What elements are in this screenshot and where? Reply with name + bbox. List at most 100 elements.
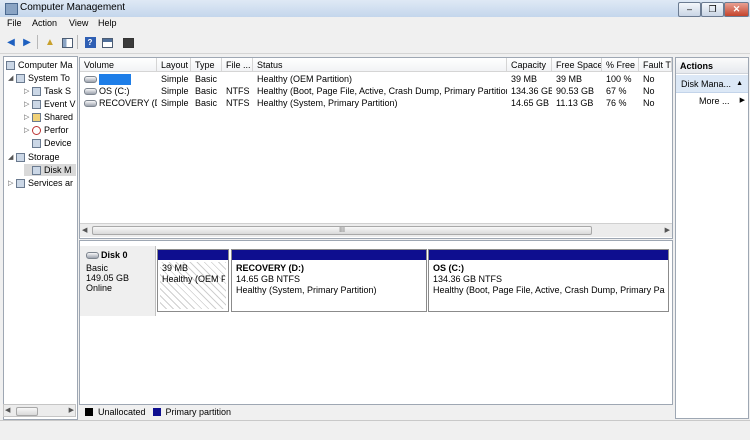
more-actions-label: More ... xyxy=(699,96,730,106)
tree-item-device-manager[interactable]: Device xyxy=(32,137,72,149)
menu-help[interactable]: Help xyxy=(98,18,117,28)
table-row[interactable]: OS (C:) xyxy=(80,85,157,97)
tree-scroll-thumb[interactable] xyxy=(16,407,38,416)
submenu-arrow-icon: ▶ xyxy=(739,97,745,104)
expand-arrow-icon[interactable]: ▷ xyxy=(24,126,32,134)
menu-view[interactable]: View xyxy=(69,18,88,28)
title-bar[interactable]: Computer Management – ❐ ✕ xyxy=(0,0,750,18)
toolbar: ◀ ▶ ▲ ? xyxy=(0,32,750,54)
menu-file[interactable]: File xyxy=(7,18,22,28)
table-row[interactable] xyxy=(80,73,157,85)
row-type: Basic xyxy=(195,74,218,84)
collapse-arrow-icon[interactable]: ◢ xyxy=(8,153,16,161)
partition-legend: Unallocated Primary partition xyxy=(80,405,677,418)
volume-disk-icon xyxy=(84,100,97,108)
legend-unallocated: Unallocated xyxy=(98,406,146,417)
tree-horizontal-scrollbar[interactable]: ◀ ▶ xyxy=(3,404,76,417)
tree-item-label: Event V xyxy=(44,99,76,109)
properties-icon[interactable] xyxy=(99,35,115,50)
expand-arrow-icon[interactable]: ▷ xyxy=(24,100,32,108)
actions-section-disk-management[interactable]: Disk Mana... ▲ xyxy=(676,75,748,93)
minimize-button[interactable]: – xyxy=(678,2,701,17)
tree-item-label: Services ar xyxy=(28,178,74,188)
partition-status: Healthy (Boot, Page File, Active, Crash … xyxy=(433,285,665,295)
back-icon[interactable]: ◀ xyxy=(3,35,19,50)
scroll-right-arrow-icon[interactable]: ▶ xyxy=(665,226,670,234)
tree-item-system-tools[interactable]: ◢ System To xyxy=(8,72,70,84)
row-percent-free: 67 % xyxy=(606,86,627,96)
disk-0-info[interactable]: Disk 0 Basic 149.05 GB Online xyxy=(80,246,156,316)
table-row[interactable]: RECOVERY (D:) xyxy=(80,97,157,109)
scroll-right-arrow-icon[interactable]: ▶ xyxy=(69,406,74,414)
toolbar-separator xyxy=(77,35,78,49)
show-hide-tree-icon[interactable] xyxy=(59,35,75,50)
partition-os[interactable]: OS (C:) 134.36 GB NTFS Healthy (Boot, Pa… xyxy=(428,249,669,312)
column-header-file-system[interactable]: File ... xyxy=(222,58,253,72)
legend-primary-partition: Primary partition xyxy=(165,406,232,417)
row-file-system xyxy=(222,73,253,85)
disk-icon xyxy=(86,251,99,259)
column-header-fault-tolerance[interactable]: Fault T xyxy=(639,58,672,72)
tree-item-disk-management[interactable]: Disk M xyxy=(24,164,76,176)
expand-arrow-icon[interactable]: ▷ xyxy=(8,179,16,187)
row-free-space: 11.13 GB xyxy=(556,98,594,108)
up-folder-icon[interactable]: ▲ xyxy=(42,35,58,50)
expand-arrow-icon[interactable]: ▷ xyxy=(24,113,32,121)
close-button[interactable]: ✕ xyxy=(724,2,749,17)
row-capacity: 134.36 GB xyxy=(511,86,552,96)
console-icon[interactable] xyxy=(120,35,136,50)
primary-partition-swatch xyxy=(152,407,161,416)
partition-recovery[interactable]: RECOVERY (D:) 14.65 GB NTFS Healthy (Sys… xyxy=(231,249,427,312)
column-header-volume[interactable]: Volume xyxy=(80,58,157,72)
tree-item-shared-folders[interactable]: ▷ Shared xyxy=(24,111,73,123)
volume-list-horizontal-scrollbar[interactable]: ◀ III ▶ xyxy=(80,223,672,237)
tree-item-computer-management[interactable]: Computer Ma xyxy=(6,59,73,71)
scroll-left-arrow-icon[interactable]: ◀ xyxy=(82,226,87,234)
menu-action[interactable]: Action xyxy=(32,18,57,28)
more-actions-link[interactable]: More ... ▶ xyxy=(676,93,748,109)
row-layout: Simple xyxy=(161,86,189,96)
partition-name: RECOVERY (D:) xyxy=(236,263,305,273)
partition-status: Healthy (System, Primary Partition) xyxy=(236,285,377,295)
actions-pane: Actions Disk Mana... ▲ More ... ▶ xyxy=(675,57,749,419)
tree-item-storage[interactable]: ◢ Storage xyxy=(8,151,60,163)
row-percent-free: 100 % xyxy=(606,74,632,84)
tree-item-services-applications[interactable]: ▷ Services ar xyxy=(8,177,73,189)
partition-size: 14.65 GB NTFS xyxy=(236,274,301,284)
scroll-left-arrow-icon[interactable]: ◀ xyxy=(5,406,10,414)
actions-title: Actions xyxy=(676,58,748,74)
column-header-percent-free[interactable]: % Free xyxy=(602,58,639,72)
row-capacity: 14.65 GB xyxy=(511,98,550,108)
row-layout: Simple xyxy=(161,74,189,84)
services-icon xyxy=(16,178,25,188)
column-header-layout[interactable]: Layout xyxy=(157,58,191,72)
expand-arrow-icon[interactable]: ▷ xyxy=(24,87,32,95)
volume-disk-icon xyxy=(84,76,97,84)
column-header-capacity[interactable]: Capacity xyxy=(507,58,552,72)
partition-oem[interactable]: 39 MB Healthy (OEM Pa xyxy=(157,249,229,312)
partition-name: OS (C:) xyxy=(433,263,464,273)
column-header-status[interactable]: Status xyxy=(253,58,507,72)
row-file-system: NTFS xyxy=(226,98,250,108)
volume-list-scroll-thumb[interactable]: III xyxy=(92,226,592,235)
collapse-up-arrow-icon[interactable]: ▲ xyxy=(736,75,743,93)
disk-type: Basic xyxy=(86,263,109,273)
status-bar xyxy=(0,420,750,440)
column-header-type[interactable]: Type xyxy=(191,58,222,72)
row-fault-tolerance: No xyxy=(643,98,655,108)
column-header-free-space[interactable]: Free Space xyxy=(552,58,602,72)
forward-icon[interactable]: ▶ xyxy=(19,35,35,50)
tree-item-event-viewer[interactable]: ▷ Event V xyxy=(24,98,76,110)
help-icon[interactable]: ? xyxy=(82,35,98,50)
tree-item-performance[interactable]: ▷ Perfor xyxy=(24,124,69,136)
tree-item-label: Shared xyxy=(44,112,74,122)
toolbar-separator xyxy=(37,35,38,49)
tree-item-task-scheduler[interactable]: ▷ Task S xyxy=(24,85,71,97)
restore-button[interactable]: ❐ xyxy=(701,2,724,17)
row-volume: RECOVERY (D:) xyxy=(99,98,157,108)
row-type: Basic xyxy=(195,98,218,108)
tree-item-label: Perfor xyxy=(44,125,69,135)
disk-size: 149.05 GB xyxy=(86,273,130,283)
partition-status: Healthy (OEM Pa xyxy=(162,274,225,284)
collapse-arrow-icon[interactable]: ◢ xyxy=(8,74,16,82)
